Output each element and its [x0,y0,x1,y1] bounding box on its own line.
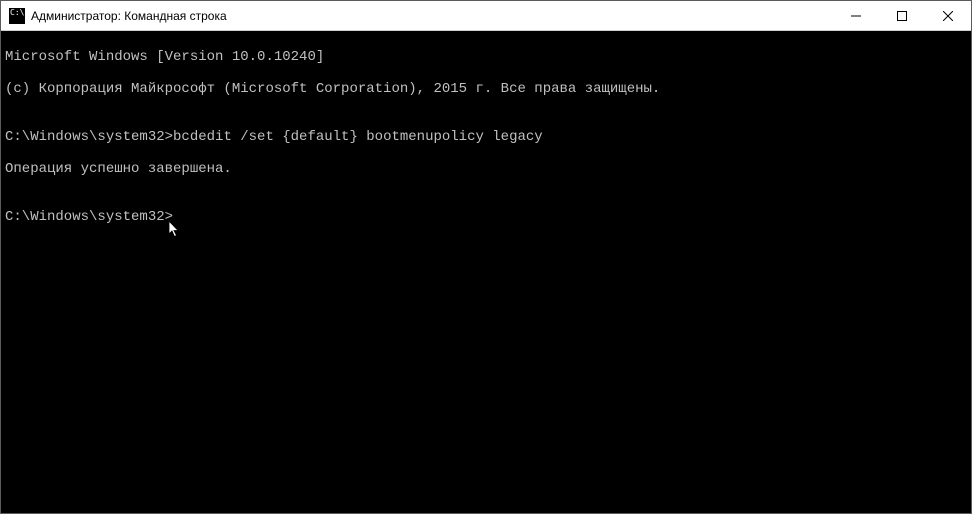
window-controls [833,1,971,30]
maximize-button[interactable] [879,1,925,30]
cmd-icon [9,8,25,24]
terminal-line: (c) Корпорация Майкрософт (Microsoft Cor… [5,81,967,97]
prompt-path: C:\Windows\system32> [5,129,173,145]
prompt-command: bcdedit /set {default} bootmenupolicy le… [173,129,543,145]
terminal-line: Microsoft Windows [Version 10.0.10240] [5,49,967,65]
terminal-prompt-line: C:\Windows\system32> [5,209,967,225]
terminal-prompt-line: C:\Windows\system32>bcdedit /set {defaul… [5,129,967,145]
close-button[interactable] [925,1,971,30]
command-prompt-window: Администратор: Командная строка Microsof… [0,0,972,514]
window-title: Администратор: Командная строка [31,9,833,23]
minimize-button[interactable] [833,1,879,30]
titlebar[interactable]: Администратор: Командная строка [1,1,971,31]
terminal-area[interactable]: Microsoft Windows [Version 10.0.10240] (… [1,31,971,513]
terminal-line: Операция успешно завершена. [5,161,967,177]
prompt-path: C:\Windows\system32> [5,209,173,225]
